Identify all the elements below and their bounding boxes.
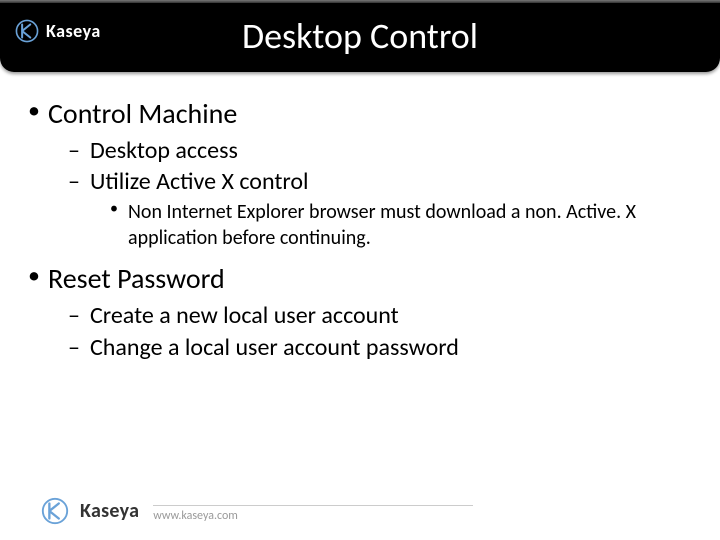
list-item: Control Machine Desktop access Utilize A… bbox=[24, 96, 696, 251]
footer-logo-icon bbox=[40, 496, 70, 526]
bullet-l1: Reset Password bbox=[24, 261, 696, 296]
footer-text-wrap: Kaseya www.kaseya.com bbox=[80, 499, 473, 523]
bullet-l2: Utilize Active X control bbox=[68, 166, 696, 197]
slide: Kaseya Desktop Control Control Machine D… bbox=[0, 0, 720, 540]
list-item: Change a local user account password bbox=[68, 332, 696, 363]
list-item: Reset Password Create a new local user a… bbox=[24, 261, 696, 362]
bullet-l2: Desktop access bbox=[68, 135, 696, 166]
list-item: Non Internet Explorer browser must downl… bbox=[110, 199, 696, 251]
bullet-l2: Create a new local user account bbox=[68, 300, 696, 331]
list-item: Desktop access bbox=[68, 135, 696, 166]
header-band: Kaseya Desktop Control bbox=[0, 0, 720, 72]
bullet-l3: Non Internet Explorer browser must downl… bbox=[110, 199, 696, 251]
content-area: Control Machine Desktop access Utilize A… bbox=[24, 96, 696, 373]
footer: Kaseya www.kaseya.com bbox=[40, 496, 473, 526]
list-item: Utilize Active X control Non Internet Ex… bbox=[68, 166, 696, 251]
bullet-l1: Control Machine bbox=[24, 96, 696, 131]
list-item: Create a new local user account bbox=[68, 300, 696, 331]
footer-brand-text: Kaseya bbox=[80, 499, 139, 523]
bullet-list: Control Machine Desktop access Utilize A… bbox=[24, 96, 696, 363]
slide-title: Desktop Control bbox=[0, 14, 720, 58]
bullet-l2: Change a local user account password bbox=[68, 332, 696, 363]
footer-url: www.kaseya.com bbox=[153, 505, 473, 523]
